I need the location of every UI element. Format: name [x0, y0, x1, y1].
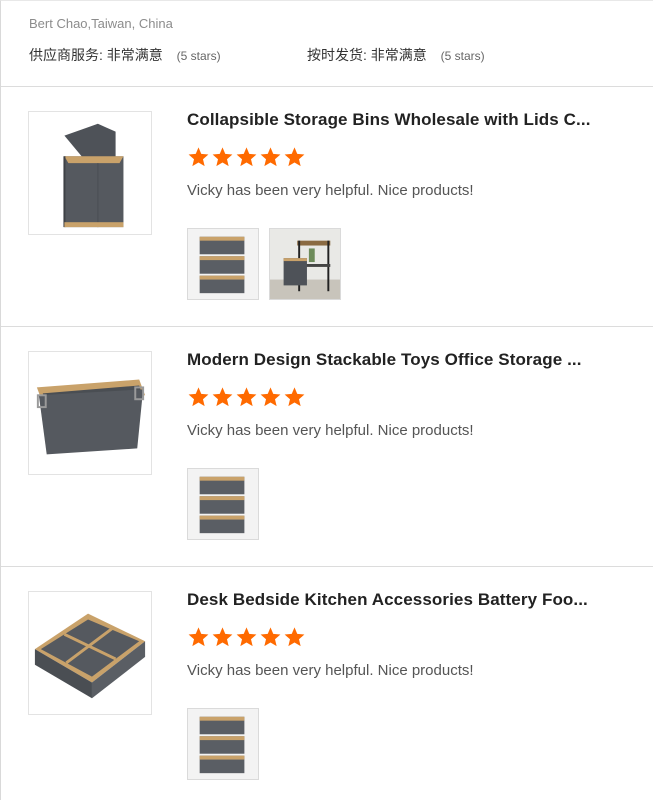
product-image[interactable] — [28, 351, 152, 475]
review-header: Bert Chao,Taiwan, China 供应商服务: 非常满意 (5 s… — [1, 1, 653, 87]
review-item: Desk Bedside Kitchen Accessories Battery… — [1, 567, 653, 800]
star-icon — [284, 387, 305, 407]
on-time-delivery-rating: 按时发货: 非常满意 (5 stars) — [307, 45, 485, 65]
star-icon — [188, 387, 209, 407]
star-icon — [212, 147, 233, 167]
supplier-service-rating: 供应商服务: 非常满意 (5 stars) — [29, 45, 221, 65]
rating-label: 供应商服务: — [29, 47, 103, 63]
lidded-storage-hamper-icon — [29, 112, 151, 234]
star-icon — [212, 387, 233, 407]
review-photo-thumbnail[interactable] — [187, 708, 259, 780]
review-photos — [187, 708, 259, 780]
review-item: Modern Design Stackable Toys Office Stor… — [1, 327, 653, 567]
rating-value: 非常满意 — [370, 47, 427, 63]
star-icon — [260, 387, 281, 407]
star-icon — [260, 627, 281, 647]
stacked-bins-photo-icon — [188, 469, 258, 539]
product-title-link[interactable]: Collapsible Storage Bins Wholesale with … — [187, 110, 627, 130]
star-icon — [260, 147, 281, 167]
product-image[interactable] — [28, 111, 152, 235]
rating-stars-text: (5 stars) — [440, 49, 485, 63]
rating-stars-text: (5 stars) — [176, 49, 221, 63]
star-icon — [188, 147, 209, 167]
review-comment: Vicky has been very helpful. Nice produc… — [187, 662, 474, 679]
star-icon — [188, 627, 209, 647]
star-rating — [187, 626, 306, 650]
product-title-link[interactable]: Modern Design Stackable Toys Office Stor… — [187, 350, 627, 370]
stacked-bins-photo-icon — [188, 709, 258, 779]
review-panel: Bert Chao,Taiwan, China 供应商服务: 非常满意 (5 s… — [0, 0, 653, 800]
shelf-room-photo-icon — [270, 229, 340, 299]
star-icon — [236, 147, 257, 167]
review-photos — [187, 228, 341, 300]
star-rating — [187, 146, 306, 170]
product-image[interactable] — [28, 591, 152, 715]
star-icon — [284, 147, 305, 167]
review-photo-thumbnail[interactable] — [187, 468, 259, 540]
star-icon — [284, 627, 305, 647]
stacked-bins-photo-icon — [188, 229, 258, 299]
rectangular-storage-basket-icon — [29, 352, 151, 474]
review-photo-thumbnail[interactable] — [187, 228, 259, 300]
review-comment: Vicky has been very helpful. Nice produc… — [187, 182, 474, 199]
rating-value: 非常满意 — [106, 47, 163, 63]
star-icon — [212, 627, 233, 647]
star-icon — [236, 387, 257, 407]
review-comment: Vicky has been very helpful. Nice produc… — [187, 422, 474, 439]
rating-label: 按时发货: — [307, 47, 367, 63]
review-item: Collapsible Storage Bins Wholesale with … — [1, 87, 653, 327]
product-title-link[interactable]: Desk Bedside Kitchen Accessories Battery… — [187, 590, 627, 610]
review-photos — [187, 468, 259, 540]
reviewer-name-location: Bert Chao,Taiwan, China — [29, 16, 173, 31]
review-photo-thumbnail[interactable] — [269, 228, 341, 300]
star-icon — [236, 627, 257, 647]
divided-organizer-tray-icon — [29, 592, 151, 714]
star-rating — [187, 386, 306, 410]
